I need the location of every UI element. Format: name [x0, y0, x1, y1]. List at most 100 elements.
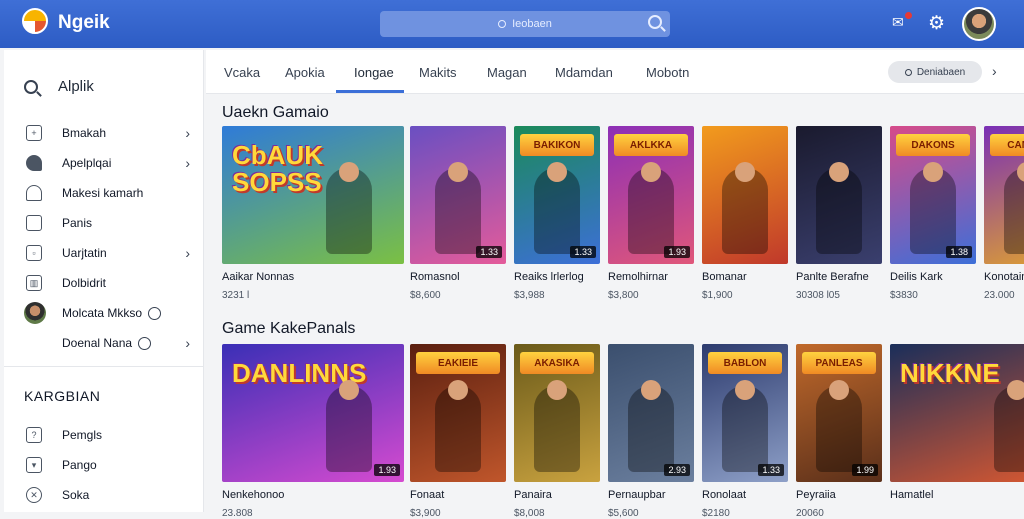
sidebar-category-pemgls[interactable]: ? Pemgls — [26, 424, 196, 446]
brand-name[interactable]: Ngeik — [58, 12, 110, 34]
game-title[interactable]: Reaiks lrlerlog — [514, 271, 600, 283]
avatar[interactable] — [962, 7, 996, 41]
game-thumbnail[interactable]: 2.93 — [608, 344, 694, 482]
game-card[interactable]: AKASIKA Panaira $8,008 — [514, 344, 600, 519]
game-card[interactable]: DAKONS 1.38 Deilis Kark $3830 — [890, 126, 976, 301]
game-title[interactable]: Pernaupbar — [608, 489, 694, 501]
sidebar-search-label: Alplik — [58, 78, 94, 95]
game-title[interactable]: Ronolaat — [702, 489, 788, 501]
sidebar-item-label: Doenal Nana — [62, 336, 133, 350]
character-art — [534, 162, 580, 254]
game-title[interactable]: Panlte Berafne — [796, 271, 882, 283]
sidebar-item-apelplqai[interactable]: Apelplqai › — [26, 152, 196, 174]
game-title[interactable]: Romasnol — [410, 271, 506, 283]
game-thumbnail[interactable]: CbAUK SOPSS — [222, 126, 404, 264]
rating-badge: 1.38 — [946, 246, 972, 258]
tab-magan[interactable]: Magan — [487, 65, 527, 80]
chevron-right-icon: › — [185, 125, 190, 141]
search-input[interactable]: Ieobaen — [380, 11, 670, 37]
rating-badge: 2.93 — [664, 464, 690, 476]
game-logo-text: DAKONS — [896, 134, 970, 156]
game-thumbnail[interactable]: DAKONS 1.38 — [890, 126, 976, 264]
tab-apokia[interactable]: Apokia — [285, 65, 325, 80]
game-card[interactable]: BABLON 1.33 Ronolaat $2180 — [702, 344, 788, 519]
game-card[interactable]: 1.33 Romasnol $8,600 — [410, 126, 506, 301]
game-title[interactable]: Panaira — [514, 489, 600, 501]
search-icon[interactable] — [648, 15, 662, 29]
game-logo-text: BAKIKON — [520, 134, 594, 156]
sidebar-category-pango[interactable]: ▾ Pango — [26, 454, 196, 476]
tab-mobotn[interactable]: Mobotn — [646, 65, 689, 80]
bell-icon — [26, 185, 42, 201]
tab-vcaka[interactable]: Vcaka — [224, 65, 260, 80]
game-card[interactable]: BAKIKON 1.33 Reaiks lrlerlog $3,988 — [514, 126, 600, 301]
game-title[interactable]: Remolhirnar — [608, 271, 694, 283]
notification-icon[interactable]: ✉ — [892, 12, 912, 32]
sidebar-item-label: Makesi kamarh — [62, 186, 144, 200]
game-thumbnail[interactable]: BAKIKON 1.33 — [514, 126, 600, 264]
gear-icon[interactable]: ⚙ — [928, 12, 945, 35]
game-thumbnail[interactable]: NIKKNE1.33 — [890, 344, 1024, 482]
filter-button[interactable]: Deniabaen — [888, 61, 982, 83]
character-art — [722, 162, 768, 254]
game-card[interactable]: 2.93 Pernaupbar $5,600 — [608, 344, 694, 519]
game-card[interactable]: Bomanar $1,900 — [702, 126, 788, 301]
game-thumbnail[interactable]: AKASIKA — [514, 344, 600, 482]
character-art — [326, 380, 373, 472]
game-thumbnail[interactable]: AKLKKA 1.93 — [608, 126, 694, 264]
sidebar-item-doenal-nana[interactable]: Doenal Nana › — [26, 332, 196, 354]
game-card[interactable]: NIKKNE1.33 Hamatlel — [890, 344, 1024, 501]
game-price: $3,900 — [410, 508, 441, 519]
game-card[interactable]: CAMINS1.38 Konotains 23.000 — [984, 126, 1024, 301]
sidebar-item-panis[interactable]: Panis — [26, 212, 196, 234]
game-title[interactable]: Deilis Kark — [890, 271, 976, 283]
game-title[interactable]: Konotains — [984, 271, 1024, 283]
game-thumbnail[interactable]: DANLINNS 1.93 — [222, 344, 404, 482]
compass-icon: ✕ — [26, 487, 42, 503]
sidebar-item-molcata-mkkso[interactable]: Molcata Mkkso — [24, 302, 196, 324]
game-thumbnail[interactable] — [702, 126, 788, 264]
game-title[interactable]: Hamatlel — [890, 489, 1024, 501]
game-card[interactable]: CbAUK SOPSS Aaikar Nonnas 3231 l — [222, 126, 404, 301]
chevron-right-icon: › — [185, 245, 190, 261]
game-title[interactable]: Bomanar — [702, 271, 788, 283]
game-logo-text: AKLKKA — [614, 134, 688, 156]
game-thumbnail[interactable]: PANLEAS 1.99 — [796, 344, 882, 482]
game-thumbnail[interactable]: BABLON 1.33 — [702, 344, 788, 482]
rating-badge: 1.93 — [664, 246, 690, 258]
game-thumbnail[interactable] — [796, 126, 882, 264]
sidebar-item-label: Uarjtatin — [62, 246, 107, 260]
game-card[interactable]: Panlte Berafne 30308 l05 — [796, 126, 882, 301]
character-art — [910, 162, 956, 254]
character-art — [816, 162, 862, 254]
character-art — [722, 380, 768, 472]
game-card[interactable]: DANLINNS 1.93 Nenkehonoo 23.808 — [222, 344, 404, 519]
sidebar-item-makesi-kamarh[interactable]: Makesi kamarh — [26, 182, 196, 204]
game-thumbnail[interactable]: EAKIEIE — [410, 344, 506, 482]
game-thumbnail[interactable]: 1.33 — [410, 126, 506, 264]
sidebar-item-dolbidrit[interactable]: ▥ Dolbidrit — [26, 272, 196, 294]
game-title[interactable]: Peyraiia — [796, 489, 882, 501]
game-title[interactable]: Nenkehonoo — [222, 489, 404, 501]
tab-bar: Vcaka Apokia Iongae Makits Magan Mdamdan… — [206, 50, 1024, 94]
sidebar-search[interactable]: Alplik — [24, 78, 94, 95]
game-card[interactable]: AKLKKA 1.93 Remolhirnar $3,800 — [608, 126, 694, 301]
game-thumbnail[interactable]: CAMINS1.38 — [984, 126, 1024, 264]
sidebar-category-soka[interactable]: ✕ Soka — [26, 484, 196, 506]
folder-icon — [26, 215, 42, 231]
search-icon — [24, 79, 38, 94]
sidebar-item-bmakah[interactable]: + Bmakah › — [26, 122, 196, 144]
game-title[interactable]: Fonaat — [410, 489, 506, 501]
game-card[interactable]: PANLEAS 1.99 Peyraiia 20060 — [796, 344, 882, 519]
tab-makits[interactable]: Makits — [419, 65, 457, 80]
game-card[interactable]: EAKIEIE Fonaat $3,900 — [410, 344, 506, 519]
chevron-right-icon[interactable]: › — [992, 63, 997, 79]
game-title[interactable]: Aaikar Nonnas — [222, 271, 404, 283]
tab-iongae[interactable]: Iongae — [354, 65, 394, 80]
filter-label: Deniabaen — [916, 66, 966, 78]
tab-mdamdan[interactable]: Mdamdan — [555, 65, 613, 80]
app-logo-icon[interactable] — [22, 8, 48, 34]
game-price: 3231 l — [222, 290, 250, 301]
sidebar-item-uarjtatin[interactable]: ▫ Uarjtatin › — [26, 242, 196, 264]
chevron-right-icon: › — [185, 155, 190, 171]
